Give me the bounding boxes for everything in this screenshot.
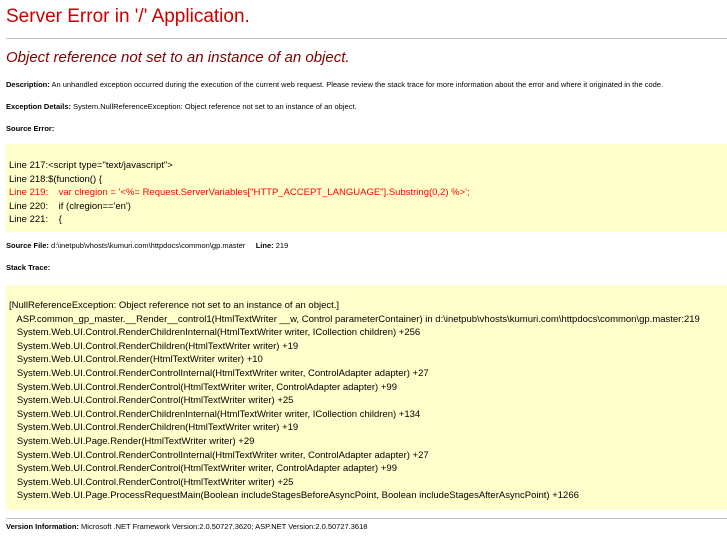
- stack-trace-line: System.Web.UI.Control.Render(HtmlTextWri…: [9, 354, 263, 366]
- stack-trace-line: System.Web.UI.Control.RenderChildrenInte…: [9, 408, 421, 420]
- stack-trace-line: System.Web.UI.Control.RenderChildren(Htm…: [9, 340, 299, 352]
- version-information-block: Version Information: Microsoft .NET Fram…: [6, 522, 367, 532]
- stack-trace-line: System.Web.UI.Control.RenderControl(Html…: [9, 463, 397, 475]
- stack-trace-line: System.Web.UI.Control.RenderControl(Html…: [9, 395, 294, 407]
- description-text: An unhandled exception occurred during t…: [51, 80, 664, 89]
- exception-details-text: System.NullReferenceException: Object re…: [73, 102, 357, 111]
- source-error-line: Line 218:$(function() {: [9, 173, 102, 185]
- source-error-line: Line 217:<script type="text/javascript">: [9, 160, 173, 171]
- footer-divider: [6, 518, 727, 519]
- error-message: Object reference not set to an instance …: [6, 49, 350, 66]
- source-file-path: d:\inetpub\vhosts\kumuri.com\httpdocs\co…: [51, 241, 246, 250]
- version-information-label: Version Information:: [6, 522, 79, 531]
- description-label: Description:: [6, 80, 50, 89]
- source-file-label: Source File:: [6, 241, 49, 250]
- source-error-code: Line 217:<script type="text/javascript">…: [6, 144, 727, 232]
- source-line-label: Line:: [255, 241, 274, 250]
- description-block: Description: An unhandled exception occu…: [6, 80, 663, 90]
- stack-trace-line: System.Web.UI.Control.RenderControlInter…: [9, 368, 429, 379]
- version-information-text: Microsoft .NET Framework Version:2.0.507…: [81, 522, 368, 531]
- source-error-heading: Source Error:: [6, 124, 55, 133]
- exception-details-label: Exception Details:: [6, 102, 72, 111]
- title-divider: [6, 38, 727, 39]
- exception-details-block: Exception Details: System.NullReferenceE…: [6, 102, 357, 112]
- source-error-line: Line 221: {: [9, 214, 62, 225]
- source-error-line-highlighted: Line 219: var clregion = '<%= Request.Se…: [9, 187, 470, 198]
- stack-trace-line: System.Web.UI.Control.RenderControl(Html…: [9, 381, 397, 393]
- page-title: Server Error in '/' Application.: [6, 6, 250, 27]
- stack-trace-code: [NullReferenceException: Object referenc…: [6, 285, 727, 510]
- source-line-value: 219: [275, 241, 289, 250]
- stack-trace-line: System.Web.UI.Control.RenderChildrenInte…: [9, 327, 421, 339]
- stack-trace-line: System.Web.UI.Page.Render(HtmlTextWriter…: [9, 436, 255, 447]
- stack-trace-line: System.Web.UI.Control.RenderChildren(Htm…: [9, 422, 299, 434]
- source-error-line: Line 220: if (clregion=='en'): [9, 200, 131, 212]
- stack-trace-line: [NullReferenceException: Object referenc…: [9, 300, 340, 311]
- stack-trace-line: System.Web.UI.Control.RenderControlInter…: [9, 449, 429, 461]
- error-page: Server Error in '/' Application. Object …: [0, 0, 727, 545]
- stack-trace-heading: Stack Trace:: [6, 263, 51, 272]
- stack-trace-line: System.Web.UI.Control.RenderControl(Html…: [9, 476, 294, 488]
- source-file-block: Source File: d:\inetpub\vhosts\kumuri.co…: [6, 241, 288, 251]
- stack-trace-line: System.Web.UI.Page.ProcessRequestMain(Bo…: [9, 490, 579, 502]
- stack-trace-line: ASP.common_gp_master.__Render__control1(…: [9, 313, 700, 325]
